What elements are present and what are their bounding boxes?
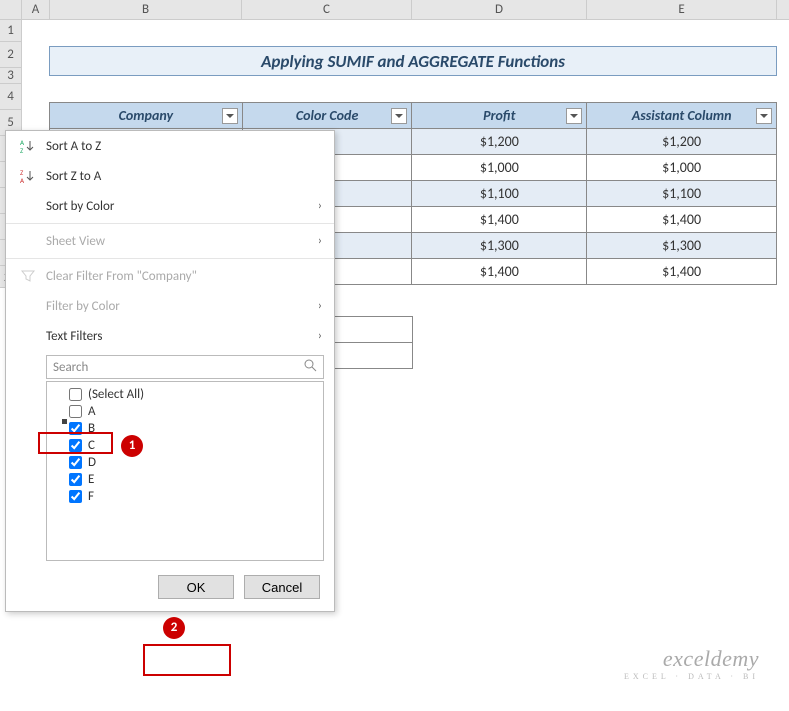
checkbox[interactable] — [69, 422, 82, 435]
menu-label: Clear Filter From "Company" — [46, 269, 197, 284]
header-company: Company — [50, 103, 243, 129]
cell[interactable]: $1,300 — [412, 233, 587, 259]
tree-item-d[interactable]: D — [53, 454, 317, 471]
callout-2: 2 — [163, 617, 185, 639]
checkbox[interactable] — [69, 456, 82, 469]
cell[interactable]: $1,400 — [587, 259, 777, 285]
menu-label: Sort A to Z — [46, 139, 101, 154]
tree-label: B — [88, 421, 95, 436]
separator — [6, 258, 334, 259]
menu-label: Sort by Color — [46, 199, 114, 214]
callout-1: 1 — [121, 435, 143, 457]
tree-item-c[interactable]: C — [53, 437, 317, 454]
table-header-row: Company Color Code Profit Assistant Colu… — [50, 103, 777, 129]
menu-label: Text Filters — [46, 329, 102, 344]
menu-label: Sheet View — [46, 234, 105, 249]
filter-by-color: Filter by Color › — [6, 291, 334, 321]
sort-by-color[interactable]: Sort by Color › — [6, 191, 334, 221]
watermark: exceldemy EXCEL · DATA · BI — [624, 646, 759, 681]
checkbox[interactable] — [69, 439, 82, 452]
checkbox[interactable] — [69, 388, 82, 401]
filter-tree: (Select All) A B C D E F — [46, 381, 324, 561]
tree-item-e[interactable]: E — [53, 471, 317, 488]
header-label: Profit — [483, 107, 515, 124]
chevron-right-icon: › — [318, 299, 322, 313]
search-placeholder: Search — [53, 360, 88, 375]
text-filters[interactable]: Text Filters › — [6, 321, 334, 351]
page-title: Applying SUMIF and AGGREGATE Functions — [49, 46, 777, 76]
tree-label: A — [88, 404, 96, 419]
filter-dropdown: AZ Sort A to Z ZA Sort Z to A Sort by Co… — [5, 130, 335, 612]
header-label: Color Code — [296, 107, 358, 124]
column-headers: A B C D E — [0, 0, 789, 20]
ok-button[interactable]: OK — [158, 575, 234, 599]
cancel-button[interactable]: Cancel — [244, 575, 320, 599]
cell[interactable]: $1,100 — [587, 181, 777, 207]
tree-label: (Select All) — [88, 387, 144, 402]
cell[interactable]: $1,300 — [587, 233, 777, 259]
filter-button-profit[interactable] — [566, 108, 582, 124]
filter-search-input[interactable]: Search — [46, 355, 324, 379]
watermark-sub: EXCEL · DATA · BI — [624, 672, 759, 681]
header-label: Assistant Column — [632, 107, 732, 124]
cell[interactable]: $1,400 — [587, 207, 777, 233]
tree-item-b[interactable]: B — [53, 420, 317, 437]
search-icon — [303, 358, 317, 376]
separator — [6, 223, 334, 224]
checkbox[interactable] — [69, 490, 82, 503]
chevron-right-icon: › — [318, 329, 322, 343]
checkbox[interactable] — [69, 405, 82, 418]
header-label: Company — [119, 107, 173, 124]
checkbox[interactable] — [69, 473, 82, 486]
tree-label: F — [88, 489, 94, 504]
cell[interactable]: $1,000 — [412, 155, 587, 181]
button-row: OK Cancel — [6, 567, 334, 611]
sort-az-icon: AZ — [18, 137, 38, 155]
row-number[interactable]: 1 — [0, 20, 21, 42]
menu-label: Filter by Color — [46, 299, 120, 314]
tree-label: D — [88, 455, 96, 470]
filter-button-colorcode[interactable] — [391, 108, 407, 124]
sort-za-icon: ZA — [18, 167, 38, 185]
clear-filter: Clear Filter From "Company" — [6, 261, 334, 291]
tree-item-select-all[interactable]: (Select All) — [53, 386, 317, 403]
menu-label: Sort Z to A — [46, 169, 101, 184]
cell[interactable]: $1,400 — [412, 207, 587, 233]
header-colorcode: Color Code — [242, 103, 412, 129]
col-letter[interactable]: C — [242, 0, 412, 19]
watermark-text: exceldemy — [624, 646, 759, 672]
clear-filter-icon — [18, 267, 38, 285]
chevron-right-icon: › — [318, 234, 322, 248]
row-number[interactable]: 4 — [0, 84, 21, 110]
sort-z-to-a[interactable]: ZA Sort Z to A — [6, 161, 334, 191]
tree-label: E — [88, 472, 94, 487]
col-letter[interactable]: E — [587, 0, 777, 19]
header-assistant: Assistant Column — [587, 103, 777, 129]
corner-cell — [0, 0, 22, 19]
col-letter[interactable]: B — [50, 0, 242, 19]
cell[interactable]: $1,200 — [412, 129, 587, 155]
cell[interactable]: $1,400 — [412, 259, 587, 285]
sort-a-to-z[interactable]: AZ Sort A to Z — [6, 131, 334, 161]
header-profit: Profit — [412, 103, 587, 129]
indeterminate-mark — [62, 419, 67, 424]
col-letter[interactable]: D — [412, 0, 587, 19]
sheet-view: Sheet View › — [6, 226, 334, 256]
svg-text:Z: Z — [20, 146, 24, 154]
row-number[interactable]: 3 — [0, 68, 21, 84]
cell[interactable]: $1,100 — [412, 181, 587, 207]
tree-item-a[interactable]: A — [53, 403, 317, 420]
chevron-right-icon: › — [318, 199, 322, 213]
svg-text:A: A — [20, 176, 25, 184]
cell[interactable]: $1,000 — [587, 155, 777, 181]
tree-item-f[interactable]: F — [53, 488, 317, 505]
tree-label: C — [88, 438, 95, 453]
cell[interactable]: $1,200 — [587, 129, 777, 155]
row-number[interactable]: 2 — [0, 42, 21, 68]
highlight-box-2 — [143, 644, 231, 676]
col-letter[interactable]: A — [22, 0, 50, 19]
filter-button-assistant[interactable] — [756, 108, 772, 124]
filter-button-company[interactable] — [222, 108, 238, 124]
